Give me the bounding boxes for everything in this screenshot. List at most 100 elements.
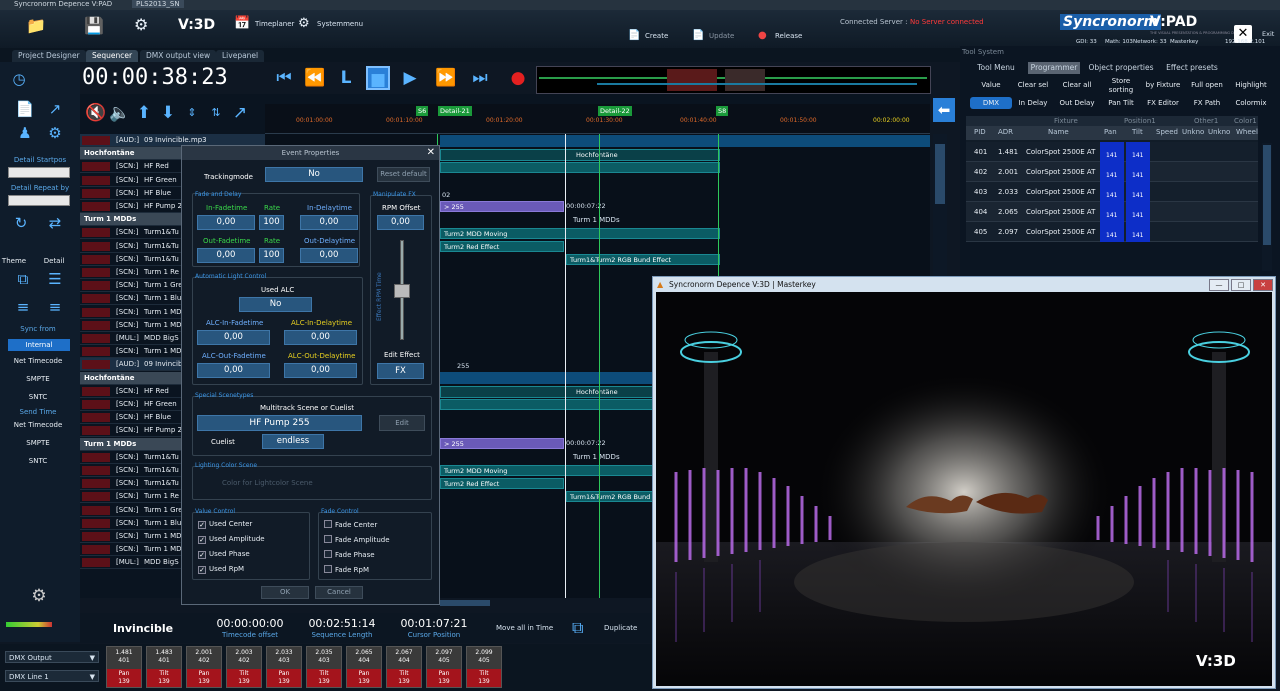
systemmenu-button[interactable]: Systemmenu (317, 20, 363, 28)
smpte-option[interactable]: SMPTE (0, 375, 78, 383)
expand-icon[interactable]: ⇕ (180, 101, 204, 125)
programmer-mode-button[interactable]: Colormix (1230, 97, 1272, 109)
v-scroll-thumb[interactable] (935, 144, 945, 204)
send-net-timecode-option[interactable]: Net Timecode (0, 421, 78, 429)
skip-end-icon[interactable]: ⏭ (468, 66, 492, 90)
fixture-row[interactable]: 402 2.001 ColorSpot 2500E AT 141 141 (966, 162, 1258, 182)
clip-moving[interactable]: Turm2 MDD Moving (440, 228, 720, 239)
clip-hf-pump[interactable]: > 255 (440, 201, 564, 212)
fixture-column-header[interactable]: Unkno (1208, 128, 1230, 136)
list-icon[interactable]: ☰ (44, 270, 66, 288)
dmx-output-select[interactable]: DMX Output ▼ (5, 651, 99, 663)
programmer-mode-button[interactable]: Out Delay (1056, 97, 1098, 109)
dmx-line-select[interactable]: DMX Line 1 ▼ (5, 670, 99, 682)
create-button[interactable]: Create (645, 32, 668, 40)
programmer-mode-button[interactable]: Pan Tilt (1100, 97, 1142, 109)
stop-icon[interactable]: ■ (366, 66, 390, 90)
timeline-overview[interactable] (536, 66, 931, 94)
update-button[interactable]: Update (709, 32, 734, 40)
programmer-button[interactable]: Value (970, 81, 1012, 90)
programmer-mode-button[interactable]: FX Path (1186, 97, 1228, 109)
fixture-column-header[interactable]: Pan (1104, 128, 1117, 136)
fixture-column-header[interactable]: PID (974, 128, 986, 136)
cancel-button[interactable]: Cancel (315, 586, 363, 599)
in-fadetime-field[interactable]: 0,00 (197, 215, 255, 230)
internal-sync-button[interactable]: Internal (8, 339, 70, 351)
fixture-scrollbar[interactable] (1262, 143, 1272, 271)
fade-center-checkbox[interactable]: Fade Center (324, 520, 377, 529)
duplicate-button[interactable]: Duplicate (604, 624, 637, 632)
tab-object-properties[interactable]: Object properties (1084, 62, 1158, 74)
used-phase-checkbox[interactable]: ✓ Used Phase (198, 550, 250, 559)
page-icon[interactable]: 📄 (14, 100, 36, 118)
fx-button[interactable]: FX (377, 363, 424, 379)
cuelist-field[interactable]: endless (262, 434, 324, 449)
dmx-channel-cell[interactable]: 2.065 404 Pan 139 (346, 646, 382, 688)
rewind-icon[interactable]: ⏪ (303, 66, 327, 90)
system-gear-icon[interactable]: ⚙ (298, 16, 310, 31)
clip-red-effect-2[interactable]: Turm2 Red Effect (440, 478, 564, 489)
programmer-mode-button[interactable]: FX Editor (1142, 97, 1184, 109)
programmer-button[interactable]: by Fixture (1142, 81, 1184, 90)
fixture-column-header[interactable]: Unkno (1182, 128, 1204, 136)
cursor-position-value[interactable]: 00:01:07:21 (394, 617, 474, 630)
tab-sequencer[interactable]: Sequencer (86, 50, 139, 62)
rate-out-field[interactable]: 100 (259, 248, 284, 263)
dmx-channel-cell[interactable]: 2.099 405 Tilt 139 (466, 646, 502, 688)
v3d-scene-viewport[interactable]: V:3D (656, 292, 1272, 686)
move-all-button[interactable]: Move all in Time (496, 624, 553, 632)
fixture-column-header[interactable]: Wheel (1236, 128, 1258, 136)
programmer-button[interactable]: Store sorting (1100, 77, 1142, 95)
duplicate-icon[interactable]: ⧉ (572, 618, 583, 638)
scroll-left-icon[interactable]: ⬅ (933, 98, 955, 122)
used-amplitude-checkbox[interactable]: ✓ Used Amplitude (198, 535, 265, 544)
fast-forward-icon[interactable]: ⏩ (434, 66, 458, 90)
fade-phase-checkbox[interactable]: Fade Phase (324, 550, 375, 559)
align-right-icon[interactable]: ≡ (44, 298, 66, 316)
save-icon[interactable]: 💾 (84, 16, 104, 35)
used-center-checkbox[interactable]: ✓ Used Center (198, 520, 252, 529)
dmx-channel-cell[interactable]: 2.067 404 Tilt 139 (386, 646, 422, 688)
minimize-icon[interactable]: — (1209, 279, 1229, 291)
arrow-down-icon[interactable]: ⬇ (156, 101, 180, 125)
send-sntc-option[interactable]: SNTC (0, 457, 78, 465)
gear-icon[interactable]: ⚙ (134, 15, 148, 34)
used-rpm-checkbox[interactable]: ✓ Used RpM (198, 565, 244, 574)
dmx-channel-cell[interactable]: 2.035 403 Tilt 139 (306, 646, 342, 688)
tab-dmx-output-view[interactable]: DMX output view (140, 50, 217, 62)
close-icon[interactable]: ✕ (427, 147, 435, 158)
detail-startpos-select[interactable] (8, 167, 70, 178)
rate-in-field[interactable]: 100 (259, 215, 284, 230)
mute-icon[interactable]: 🔇 (84, 101, 108, 125)
fade-amplitude-checkbox[interactable]: Fade Amplitude (324, 535, 390, 544)
sequence-length-value[interactable]: 00:02:51:14 (302, 617, 382, 630)
tab-livepanel[interactable]: Livepanel (216, 50, 265, 62)
release-button[interactable]: Release (775, 32, 802, 40)
alc-out-fadetime-field[interactable]: 0,00 (197, 363, 270, 378)
detail-repeat-select[interactable] (8, 195, 70, 206)
programmer-mode-button[interactable]: DMX (970, 97, 1012, 109)
lighting-color-field[interactable]: Color for Lightcolor Scene (222, 479, 313, 487)
fixture-column-header[interactable]: ADR (998, 128, 1013, 136)
programmer-button[interactable]: Highlight (1230, 81, 1272, 90)
out-delaytime-field[interactable]: 0,00 (300, 248, 358, 263)
reset-default-button[interactable]: Reset default (377, 167, 430, 182)
programmer-button[interactable]: Clear sel (1012, 81, 1054, 90)
clip-hochfontane[interactable]: Hochfontäne (440, 149, 720, 161)
external-icon[interactable]: ↗ (228, 101, 252, 125)
fixture-column-header[interactable]: Tilt (1132, 128, 1143, 136)
fixture-row[interactable]: 401 1.481 ColorSpot 2500E AT 141 141 (966, 142, 1258, 162)
maximize-icon[interactable]: □ (1231, 279, 1251, 291)
out-fadetime-field[interactable]: 0,00 (197, 248, 255, 263)
playhead[interactable] (565, 134, 566, 598)
sntc-option[interactable]: SNTC (0, 393, 78, 401)
fade-rpm-checkbox[interactable]: Fade RpM (324, 565, 369, 574)
clip-hf[interactable] (440, 162, 720, 173)
swap-icon[interactable]: ⇄ (44, 214, 66, 232)
folder-icon[interactable]: 📁 (26, 16, 46, 35)
exit-label[interactable]: Exit (1262, 30, 1274, 38)
audio-waveform-clip[interactable] (440, 135, 930, 147)
collapse-icon[interactable]: ⇅ (204, 101, 228, 125)
net-timecode-option[interactable]: Net Timecode (0, 357, 78, 365)
programmer-mode-button[interactable]: In Delay (1012, 97, 1054, 109)
